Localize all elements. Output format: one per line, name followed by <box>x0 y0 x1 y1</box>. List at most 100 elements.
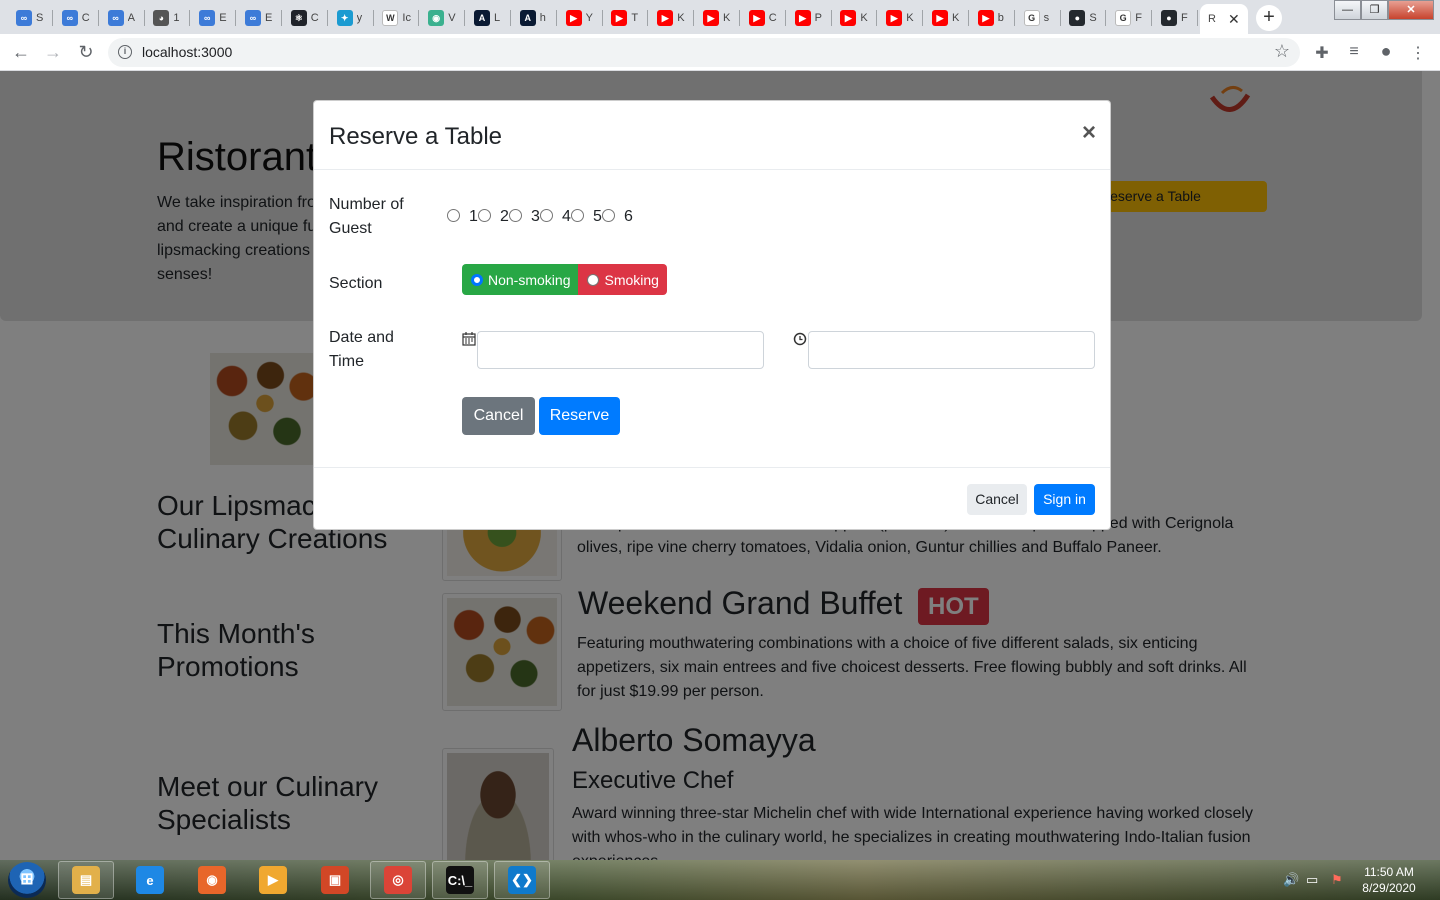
browser-tab[interactable]: ▶ K <box>695 4 740 32</box>
cancel-button[interactable]: Cancel <box>462 397 535 435</box>
menu-kebab-icon[interactable]: ⋮ <box>1408 43 1428 63</box>
taskbar-app[interactable]: ▣ <box>307 861 363 899</box>
clock-date: 8/29/2020 <box>1362 881 1416 895</box>
wikipedia-icon: W <box>382 10 399 26</box>
tab-title: R <box>1208 13 1216 25</box>
browser-tab[interactable]: ∞ C <box>54 4 99 32</box>
bird-icon: ✦ <box>336 10 353 26</box>
forward-arrow-icon[interactable]: → <box>41 40 65 64</box>
guest-radio[interactable] <box>571 209 584 222</box>
bookmark-star-icon[interactable]: ☆ <box>1274 41 1290 62</box>
infinity-icon: ∞ <box>199 10 216 26</box>
browser-tab[interactable]: ▶ K <box>649 4 694 32</box>
extensions-icon[interactable]: ✚ <box>1312 43 1332 63</box>
guest-radio[interactable] <box>602 209 615 222</box>
non-smoking-label: Non-smoking <box>488 271 571 288</box>
infinity-icon: ∞ <box>107 10 124 26</box>
window-close-button[interactable]: ✕ <box>1388 0 1434 20</box>
footer-cancel-button[interactable]: Cancel <box>967 484 1027 515</box>
volume-icon[interactable]: 🔊 <box>1283 872 1299 888</box>
url-text[interactable]: localhost:3000 <box>142 44 232 60</box>
browser-tab[interactable]: AL <box>466 4 511 32</box>
browser-tab[interactable]: ▶ b <box>970 4 1015 32</box>
tab-title: C <box>81 12 90 24</box>
tab-title: F <box>1135 12 1142 24</box>
new-tab-button[interactable]: + <box>1256 5 1282 31</box>
close-icon[interactable]: × <box>1082 119 1096 147</box>
office-icon: ▣ <box>321 866 349 894</box>
sign-in-button[interactable]: Sign in <box>1034 484 1095 515</box>
datetime-label: Date and Time <box>329 329 394 370</box>
network-icon[interactable]: ▭ <box>1306 872 1318 888</box>
taskbar-app[interactable]: C:\_ <box>432 861 488 899</box>
maximize-button[interactable]: ❐ <box>1361 0 1388 20</box>
browser-tab[interactable]: ▶ Y <box>558 4 603 32</box>
start-button-icon[interactable]: ⊞ <box>8 862 46 898</box>
youtube-icon: ▶ <box>565 10 582 26</box>
media-control-icon[interactable]: ≡ <box>1344 43 1364 61</box>
time-input[interactable] <box>808 331 1095 369</box>
browser-tab[interactable]: ∞ E <box>191 4 236 32</box>
browser-tab[interactable]: W Ic <box>374 4 419 32</box>
smoking-toggle[interactable]: Smoking <box>578 264 667 295</box>
browser-tab[interactable]: ▶ K <box>924 4 969 32</box>
browser-tab[interactable]: ◉ V <box>420 4 465 32</box>
taskbar-app[interactable]: ◎ <box>370 861 426 899</box>
section-label: Section <box>329 275 383 292</box>
windows-taskbar: ⊞ ▤ e ◉ ▶ ▣ ◎ C:\_ ❮❯ 🔊 ▭ ⚑ 11:50 AM 8/29/2020 <box>0 860 1440 900</box>
date-input[interactable] <box>477 331 764 369</box>
browser-tab[interactable]: ▶ C <box>741 4 786 32</box>
browser-tab[interactable]: ▶ K <box>832 4 877 32</box>
reload-icon[interactable]: ↻ <box>74 40 98 64</box>
browser-tab[interactable]: ▶ P <box>787 4 832 32</box>
back-arrow-icon[interactable]: ← <box>9 40 33 64</box>
google-icon: G <box>1023 10 1040 26</box>
colorful-icon: ◉ <box>428 10 445 26</box>
tab-title: L <box>494 12 501 24</box>
internet-explorer-icon: e <box>136 866 164 894</box>
address-bar[interactable]: i localhost:3000 ☆ <box>108 38 1300 67</box>
browser-tab[interactable]: ✦ y <box>329 4 374 32</box>
taskbar-app[interactable]: ▶ <box>245 861 301 899</box>
browser-tab[interactable]: GF <box>1107 4 1152 32</box>
profile-avatar-icon[interactable]: ● <box>1376 41 1396 62</box>
tab-title: A <box>127 12 135 24</box>
terminal-icon: C:\_ <box>446 866 474 894</box>
media-player-icon: ▶ <box>259 866 287 894</box>
infinity-icon: ∞ <box>16 10 32 26</box>
browser-tab[interactable]: ▶ T <box>603 4 648 32</box>
react-icon: ⚛ <box>290 10 307 26</box>
browser-tab[interactable]: ● S <box>1061 4 1106 32</box>
taskbar-app[interactable]: ▤ <box>58 861 114 899</box>
browser-tab[interactable]: ● F <box>1153 4 1198 32</box>
system-clock[interactable]: 11:50 AM 8/29/2020 <box>1356 864 1422 896</box>
browser-tab[interactable]: Gs <box>1016 4 1061 32</box>
taskbar-app[interactable]: ❮❯ <box>494 861 550 899</box>
minimize-button[interactable]: — <box>1334 0 1361 20</box>
browser-tab[interactable]: ⚛ C <box>283 4 328 32</box>
guest-radio[interactable] <box>509 209 522 222</box>
taskbar-app[interactable]: ◉ <box>184 861 240 899</box>
browser-tab[interactable]: ▶ K <box>878 4 923 32</box>
tab-active[interactable]: R ✕ <box>1200 4 1248 34</box>
browser-tab[interactable]: ◕ 1 <box>145 4 190 32</box>
browser-tab[interactable]: ∞ A <box>100 4 145 32</box>
non-smoking-toggle[interactable]: Non-smoking <box>462 264 579 295</box>
taskbar-app[interactable]: e <box>122 861 178 899</box>
browser-tab[interactable]: Ah <box>512 4 557 32</box>
guest-radio[interactable] <box>478 209 491 222</box>
close-tab-icon[interactable]: ✕ <box>1228 11 1240 28</box>
browser-tab[interactable]: ∞ E <box>237 4 282 32</box>
guest-radio[interactable] <box>540 209 553 222</box>
browser-tab[interactable]: ∞ S <box>8 4 53 32</box>
section-toggle-group: Non-smoking Smoking <box>462 264 667 295</box>
reserve-button[interactable]: Reserve <box>539 397 620 435</box>
firefox-icon: ◉ <box>198 866 226 894</box>
guest-radio-label: 6 <box>624 208 633 225</box>
action-center-flag-icon[interactable]: ⚑ <box>1331 872 1343 888</box>
guest-radio[interactable] <box>447 209 460 222</box>
tab-title: Y <box>585 12 593 24</box>
guest-radio-label: 1 <box>469 208 478 225</box>
site-info-icon[interactable]: i <box>118 45 132 59</box>
tab-title: K <box>952 12 960 24</box>
